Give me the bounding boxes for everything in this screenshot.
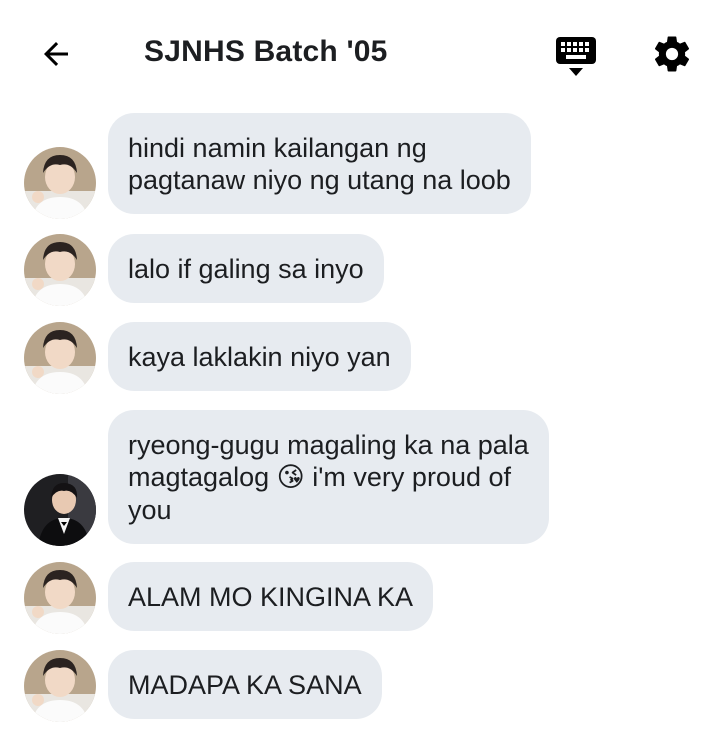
settings-button[interactable]: [648, 30, 696, 78]
avatar[interactable]: [24, 650, 96, 722]
gear-icon: [654, 36, 690, 72]
message-bubble[interactable]: hindi namin kailangan ng pagtanaw niyo n…: [108, 113, 531, 214]
message-bubble[interactable]: kaya laklakin niyo yan: [108, 322, 411, 391]
arrow-left-icon: [44, 42, 68, 66]
message-row: hindi namin kailangan ng pagtanaw niyo n…: [0, 113, 720, 219]
message-bubble[interactable]: ryeong-gugu magaling ka na pala magtagal…: [108, 410, 549, 544]
message-row: lalo if galing sa inyo: [0, 234, 720, 306]
avatar[interactable]: [24, 562, 96, 634]
avatar[interactable]: [24, 322, 96, 394]
message-row: ALAM MO KINGINA KA: [0, 562, 720, 634]
chat-header: SJNHS Batch '05: [0, 0, 720, 108]
message-row: MADAPA KA SANA: [0, 650, 720, 722]
message-bubble[interactable]: MADAPA KA SANA: [108, 650, 382, 719]
kissing-face-emoji: 😘: [276, 462, 305, 493]
keyboard-icon: [556, 37, 596, 76]
message-row: kaya laklakin niyo yan: [0, 322, 720, 394]
page-title: SJNHS Batch '05: [144, 35, 388, 68]
back-button[interactable]: [30, 32, 82, 76]
keyboard-button[interactable]: [552, 32, 600, 80]
message-bubble[interactable]: lalo if galing sa inyo: [108, 234, 384, 303]
message-bubble[interactable]: ALAM MO KINGINA KA: [108, 562, 434, 631]
message-row: ryeong-gugu magaling ka na pala magtagal…: [0, 410, 720, 546]
avatar[interactable]: [24, 147, 96, 219]
avatar[interactable]: [24, 234, 96, 306]
avatar[interactable]: [24, 474, 96, 546]
